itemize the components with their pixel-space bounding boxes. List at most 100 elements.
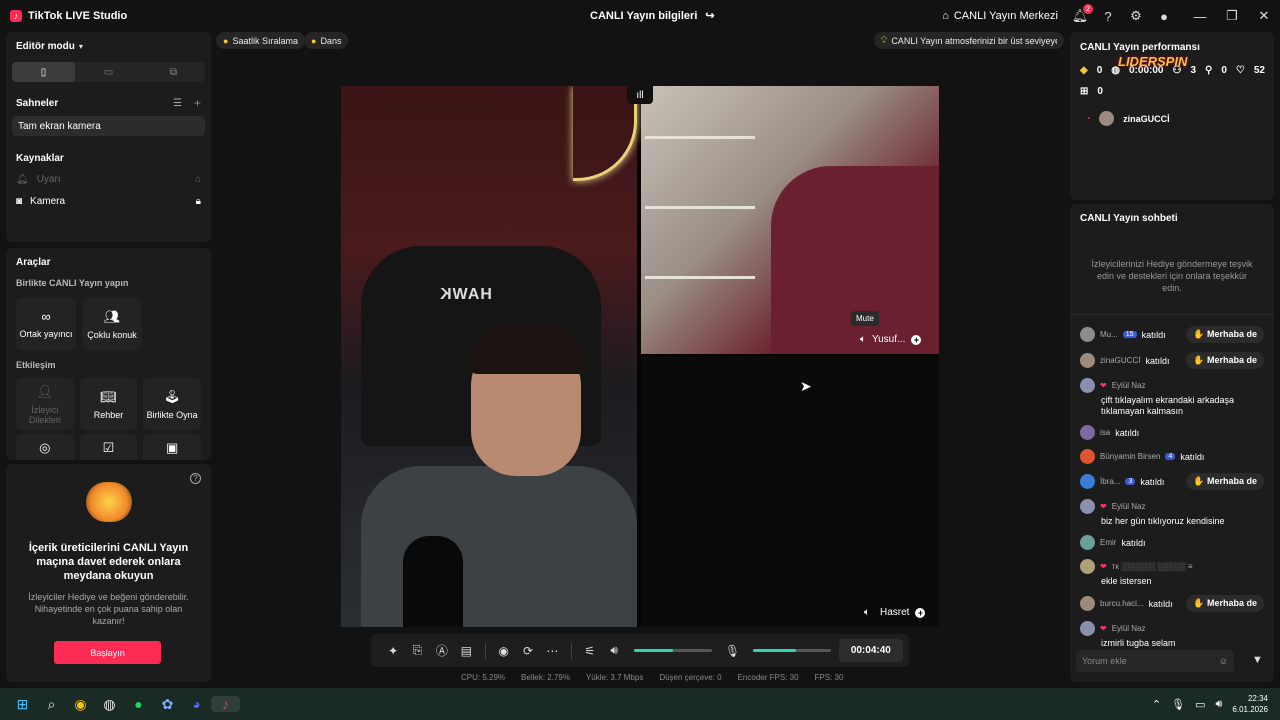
- windows-start-icon[interactable]: ⊞: [8, 696, 37, 713]
- chat-message[interactable]: ❤ Eylül Naz çift tıklayalım ekrandaki arka…: [1070, 378, 1274, 417]
- chat-username[interactable]: Mu...: [1100, 330, 1118, 339]
- speaker-icon[interactable]: 🔈︎: [860, 334, 866, 345]
- tool-more-2[interactable]: ☑: [79, 434, 138, 460]
- add-icon[interactable]: +: [194, 96, 201, 110]
- chat-username[interactable]: zinaGUCCİ: [1100, 356, 1140, 365]
- help-icon[interactable]: ?: [190, 473, 201, 484]
- add-icon[interactable]: +: [915, 607, 926, 618]
- magic-wand-icon[interactable]: ✦: [381, 644, 405, 658]
- live-preview[interactable]: HAWK: [341, 86, 939, 627]
- chat-username[interactable]: burcu.haci...: [1100, 599, 1144, 608]
- volume-icon[interactable]: 🔊︎: [1215, 698, 1222, 711]
- app-icon[interactable]: ✿: [153, 696, 182, 713]
- chat-message[interactable]: Emir katıldı: [1070, 535, 1274, 550]
- chat-message[interactable]: ❤ Eylül Naz biz her gün tıklıyoruz kendisi…: [1070, 499, 1274, 527]
- chat-message[interactable]: zinaGUCCİ katıldı ✋ Merhaba de: [1070, 352, 1274, 369]
- chat-message[interactable]: ❤ тк ░░░░░░ ░░░░░ ≡ ekle istersen: [1070, 559, 1274, 587]
- add-icon[interactable]: +: [911, 334, 922, 345]
- chat-username[interactable]: Eylül Naz: [1112, 381, 1146, 390]
- source-camera[interactable]: ◙ Kamera 🔒︎: [6, 190, 211, 212]
- say-hello-button[interactable]: ✋ Merhaba de: [1186, 352, 1264, 369]
- guest-label-top[interactable]: 🔈︎ Yusuf... +: [860, 334, 922, 345]
- discord-icon[interactable]: ◕: [182, 696, 211, 712]
- list-icon[interactable]: ☰: [173, 98, 182, 109]
- volume-icon[interactable]: 🔊︎: [602, 643, 626, 658]
- avatar[interactable]: [1080, 425, 1095, 440]
- lock-icon[interactable]: ⌂: [195, 174, 201, 185]
- avatar[interactable]: [1080, 499, 1095, 514]
- chat-message[interactable]: Mu... 15 katıldı ✋ Merhaba de: [1070, 326, 1274, 343]
- emoji-icon[interactable]: ☺: [1219, 656, 1228, 666]
- lock-icon[interactable]: 🔒︎: [196, 196, 201, 207]
- chevron-up-icon[interactable]: ⌃: [1152, 698, 1161, 711]
- record-icon[interactable]: ◉: [491, 644, 515, 658]
- tool-more-3[interactable]: ▣: [143, 434, 202, 460]
- top-user[interactable]: • zinaGUCCİ: [1070, 111, 1274, 126]
- dance-chip[interactable]: ● Dans: [304, 32, 349, 49]
- guide-button[interactable]: 📖︎ Rehber: [79, 378, 138, 430]
- maximize-icon[interactable]: ❐: [1216, 8, 1248, 24]
- hourly-ranking-chip[interactable]: ● Saatlik Sıralama: [216, 32, 305, 49]
- mic-slider[interactable]: [752, 649, 831, 652]
- comment-input[interactable]: Yorum ekle ☺: [1076, 650, 1234, 672]
- avatar[interactable]: [1080, 535, 1095, 550]
- ai-icon[interactable]: Ⓐ: [430, 642, 454, 659]
- avatar[interactable]: [1080, 353, 1095, 368]
- avatar-icon[interactable]: ●: [1156, 8, 1172, 24]
- search-icon[interactable]: ⌕: [37, 696, 66, 713]
- tool-more-1[interactable]: ◎: [16, 434, 74, 460]
- network-icon[interactable]: ▭: [1195, 698, 1205, 711]
- chat-message[interactable]: ❤ Eylül Naz izmirli tugba selam: [1070, 621, 1274, 649]
- microphone-icon[interactable]: 🎙︎: [720, 644, 744, 658]
- chat-username[interactable]: isa: [1100, 428, 1110, 437]
- replay-icon[interactable]: ⟳: [516, 644, 540, 658]
- translate-icon[interactable]: ⎘: [405, 643, 429, 658]
- avatar[interactable]: [1080, 474, 1095, 489]
- chat-message[interactable]: isa katıldı: [1070, 425, 1274, 440]
- say-hello-button[interactable]: ✋ Merhaba de: [1186, 326, 1264, 343]
- close-icon[interactable]: ✕: [1248, 8, 1280, 24]
- live-info-button[interactable]: CANLI Yayın bilgileri ↪: [590, 9, 715, 23]
- microphone-icon[interactable]: 🎙︎: [1171, 698, 1185, 711]
- start-button[interactable]: Başlayın: [54, 641, 161, 664]
- volume-slider[interactable]: [634, 649, 713, 652]
- chat-username[interactable]: Bünyamin Birsen: [1100, 452, 1160, 461]
- tiktok-live-icon[interactable]: ♪: [211, 696, 240, 712]
- dual-icon[interactable]: ⧉: [142, 62, 205, 82]
- editor-mode-dropdown[interactable]: Editör modu ▾: [6, 32, 211, 52]
- chat-message[interactable]: Bünyamin Birsen 4 katıldı: [1070, 449, 1274, 464]
- chat-username[interactable]: İbra...: [1100, 477, 1120, 486]
- say-hello-button[interactable]: ✋ Merhaba de: [1186, 595, 1264, 612]
- co-host-button[interactable]: ∞ Ortak yayıncı: [16, 298, 76, 350]
- minimize-icon[interactable]: —: [1184, 9, 1216, 24]
- source-alert[interactable]: 🔔︎ Uyarı ⌂: [6, 168, 211, 190]
- chat-username[interactable]: Eylül Naz: [1112, 624, 1146, 633]
- multi-guest-button[interactable]: 👥︎ Çoklu konuk: [82, 298, 142, 350]
- obs-icon[interactable]: ◍: [95, 696, 124, 713]
- chat-username[interactable]: Eylül Naz: [1112, 502, 1146, 511]
- chat-message[interactable]: İbra... 3 katıldı ✋ Merhaba de: [1070, 473, 1274, 490]
- help-icon[interactable]: ?: [1100, 8, 1116, 24]
- viewer-wishes-button[interactable]: 👤︎ İzleyici Dilekleri: [16, 378, 74, 430]
- portrait-icon[interactable]: ▯: [12, 62, 75, 82]
- avatar[interactable]: [1080, 327, 1095, 342]
- more-icon[interactable]: ⋯: [540, 644, 564, 658]
- caption-icon[interactable]: ▤: [454, 644, 478, 658]
- chat-username[interactable]: тк ░░░░░░ ░░░░░ ≡: [1112, 562, 1193, 571]
- audio-bars-icon[interactable]: ıll: [627, 86, 653, 104]
- avatar[interactable]: [1080, 621, 1095, 636]
- clock[interactable]: 22:34 6.01.2026: [1232, 693, 1268, 715]
- avatar[interactable]: [1080, 449, 1095, 464]
- chat-username[interactable]: Emir: [1100, 538, 1116, 547]
- send-icon[interactable]: ▼: [1252, 654, 1263, 666]
- live-center-button[interactable]: ⌂ CANLI Yayın Merkezi: [942, 10, 1058, 22]
- tip-chip[interactable]: 💡︎ CANLI Yayın atmosferinizi bir üst sevi…: [874, 32, 1064, 49]
- gear-icon[interactable]: ⚙: [1128, 8, 1144, 24]
- guest-label-bottom[interactable]: 🔈︎ Hasret +: [864, 607, 926, 618]
- scene-item[interactable]: Tam ekran kamera: [12, 116, 205, 136]
- avatar[interactable]: [1080, 378, 1095, 393]
- play-together-button[interactable]: 🕹︎ Birlikte Oyna: [143, 378, 202, 430]
- chrome-icon[interactable]: ◉: [66, 696, 95, 713]
- chat-message[interactable]: burcu.haci... katıldı ✋ Merhaba de: [1070, 595, 1274, 612]
- sliders-icon[interactable]: ⚟: [578, 644, 602, 658]
